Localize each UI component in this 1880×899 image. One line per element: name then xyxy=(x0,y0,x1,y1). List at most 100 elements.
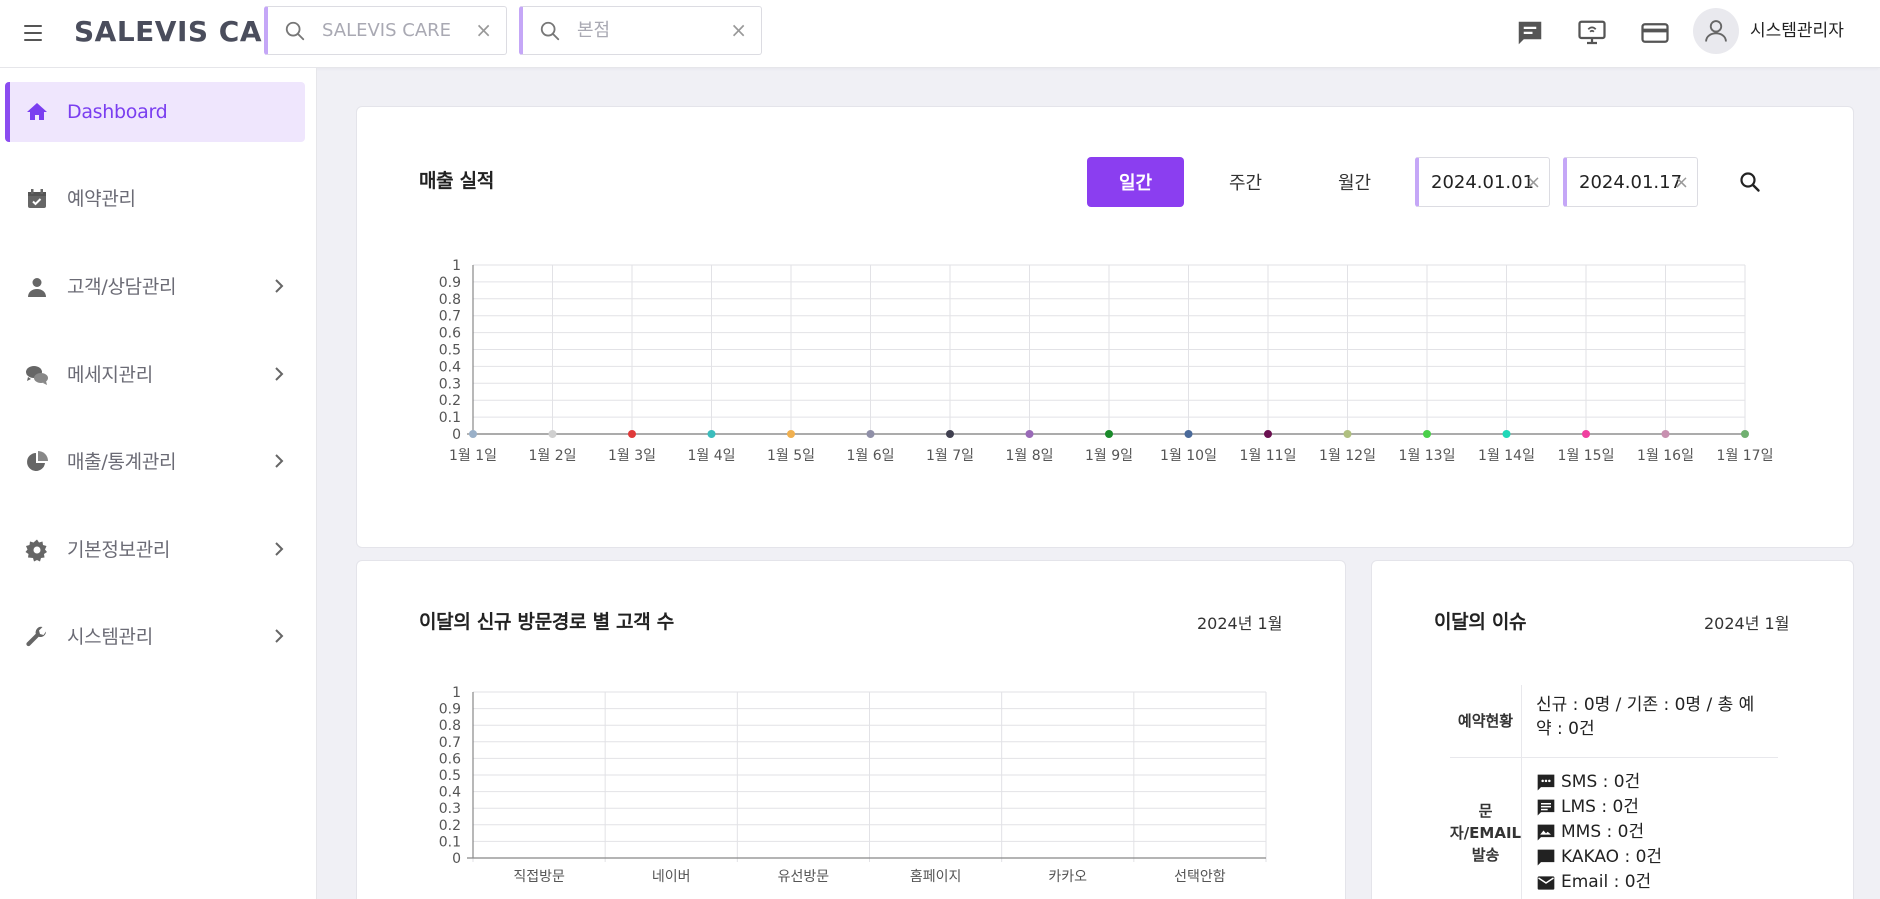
data-point xyxy=(1661,430,1670,438)
sales-title: 매출 실적 xyxy=(419,170,495,192)
period-weekly-button[interactable]: 주간 xyxy=(1197,157,1294,207)
user-icon xyxy=(1705,20,1727,42)
company-search-value: SALEVIS CARE xyxy=(322,20,452,41)
pie-icon xyxy=(27,451,48,471)
message-icon[interactable] xyxy=(1515,18,1545,48)
y-tick-label: 0.4 xyxy=(439,785,461,801)
calendar-icon xyxy=(28,189,46,208)
x-tick-label: 선택안함 xyxy=(1174,869,1226,885)
person-icon xyxy=(28,278,46,297)
sidebar: Dashboard 예약관리 고객/상담관리 메세지관리 매출/통계관리 기본정… xyxy=(0,68,317,899)
x-tick-label: 1월 15일 xyxy=(1558,448,1615,464)
clear-icon[interactable]: × xyxy=(475,18,492,42)
chevron-right-icon xyxy=(275,454,284,468)
x-tick-label: 1월 5일 xyxy=(767,448,815,464)
chevron-right-icon xyxy=(275,367,284,381)
data-point xyxy=(1264,430,1272,438)
kakao-icon xyxy=(1537,849,1555,865)
avatar[interactable] xyxy=(1693,8,1739,54)
y-tick-label: 0.7 xyxy=(439,309,461,325)
data-point xyxy=(469,430,477,438)
data-point xyxy=(707,430,716,438)
visit-title: 이달의 신규 방문경로 별 고객 수 xyxy=(419,611,674,633)
data-point xyxy=(1582,430,1590,438)
sidebar-item-label: 예약관리 xyxy=(67,188,136,210)
reservation-head: 예약현황 xyxy=(1450,685,1522,757)
y-tick-label: 0.2 xyxy=(439,393,461,409)
chevron-right-icon xyxy=(275,279,284,293)
y-tick-label: 0.4 xyxy=(439,359,461,375)
y-tick-label: 0 xyxy=(452,427,461,443)
clear-icon[interactable]: × xyxy=(730,18,747,42)
company-search-input[interactable]: SALEVIS CARE × xyxy=(264,6,507,55)
sidebar-item-customer[interactable]: 고객/상담관리 xyxy=(5,257,305,317)
search-icon[interactable] xyxy=(1738,170,1762,194)
data-point xyxy=(1343,430,1352,438)
data-point xyxy=(787,430,795,438)
message-head: 문자/EMAIL 발송 xyxy=(1450,758,1522,899)
x-tick-label: 1월 6일 xyxy=(846,448,894,464)
card-icon[interactable] xyxy=(1640,18,1670,48)
mms-icon xyxy=(1537,824,1555,840)
y-tick-label: 0 xyxy=(452,851,461,867)
sidebar-item-dashboard[interactable]: Dashboard xyxy=(5,82,305,142)
chevron-right-icon xyxy=(275,629,284,643)
data-point xyxy=(1423,430,1431,438)
sidebar-item-basic-info[interactable]: 기본정보관리 xyxy=(5,520,305,580)
start-date-input[interactable]: 2024.01.01 × xyxy=(1415,157,1550,207)
x-tick-label: 직접방문 xyxy=(513,869,565,885)
message-item: MMS : 0건 xyxy=(1536,820,1764,845)
y-tick-label: 0.2 xyxy=(439,818,461,834)
issue-date: 2024년 1월 xyxy=(1704,614,1790,633)
y-tick-label: 0.9 xyxy=(439,702,461,718)
x-tick-label: 1월 1일 xyxy=(449,448,497,464)
sidebar-item-label: 고객/상담관리 xyxy=(67,276,177,298)
hamburger-menu-icon[interactable] xyxy=(20,20,46,46)
search-icon xyxy=(285,21,305,41)
x-tick-label: 1월 11일 xyxy=(1240,448,1297,464)
username[interactable]: 시스템관리자 xyxy=(1750,18,1844,44)
clear-icon[interactable]: × xyxy=(1526,170,1541,196)
period-daily-button[interactable]: 일간 xyxy=(1087,157,1184,207)
x-tick-label: 1월 14일 xyxy=(1478,448,1535,464)
data-point xyxy=(1184,430,1193,438)
chat-icon xyxy=(26,366,48,385)
x-tick-label: 1월 4일 xyxy=(687,448,735,464)
reservation-row: 예약현황 신규 : 0명 / 기존 : 0명 / 총 예약 : 0건 xyxy=(1450,685,1778,758)
clear-icon[interactable]: × xyxy=(1674,170,1689,196)
x-tick-label: 1월 3일 xyxy=(608,448,656,464)
monitor-icon[interactable] xyxy=(1577,18,1607,48)
search-icon xyxy=(540,21,560,41)
sidebar-item-system[interactable]: 시스템관리 xyxy=(5,607,305,667)
x-tick-label: 카카오 xyxy=(1048,869,1087,885)
data-point xyxy=(1502,430,1511,438)
end-date-input[interactable]: 2024.01.17 × xyxy=(1563,157,1698,207)
x-tick-label: 1월 9일 xyxy=(1085,448,1133,464)
branch-search-input[interactable]: 본점 × xyxy=(519,6,762,55)
sidebar-item-reservation[interactable]: 예약관리 xyxy=(5,169,305,229)
message-item: SMS : 0건 xyxy=(1536,770,1764,795)
data-point xyxy=(866,430,875,438)
reservation-value: 신규 : 0명 / 기존 : 0명 / 총 예약 : 0건 xyxy=(1536,695,1755,739)
y-tick-label: 0.8 xyxy=(439,718,461,734)
y-tick-label: 1 xyxy=(452,685,461,701)
y-tick-label: 0.7 xyxy=(439,735,461,751)
sidebar-item-message[interactable]: 메세지관리 xyxy=(5,345,305,405)
sidebar-item-label: 메세지관리 xyxy=(67,364,153,386)
y-tick-label: 0.6 xyxy=(439,326,461,342)
lms-icon xyxy=(1537,799,1555,815)
sidebar-item-label: 시스템관리 xyxy=(67,626,153,648)
y-tick-label: 0.6 xyxy=(439,751,461,767)
x-tick-label: 1월 10일 xyxy=(1160,448,1217,464)
message-item: Email : 0건 xyxy=(1536,870,1764,895)
visit-bar-chart: 00.10.20.30.40.50.60.70.80.91 직접방문 네이버 유선방문… xyxy=(439,685,1267,885)
sidebar-item-sales[interactable]: 매출/통계관리 xyxy=(5,432,305,492)
gear-icon xyxy=(25,539,47,562)
x-tick-label: 유선방문 xyxy=(778,869,830,885)
y-tick-label: 0.5 xyxy=(439,768,461,784)
period-monthly-button[interactable]: 월간 xyxy=(1306,157,1403,207)
sidebar-item-label: 매출/통계관리 xyxy=(67,451,177,473)
chevron-right-icon xyxy=(275,542,284,556)
x-tick-label: 1월 7일 xyxy=(926,448,974,464)
sidebar-item-label: 기본정보관리 xyxy=(67,539,171,561)
